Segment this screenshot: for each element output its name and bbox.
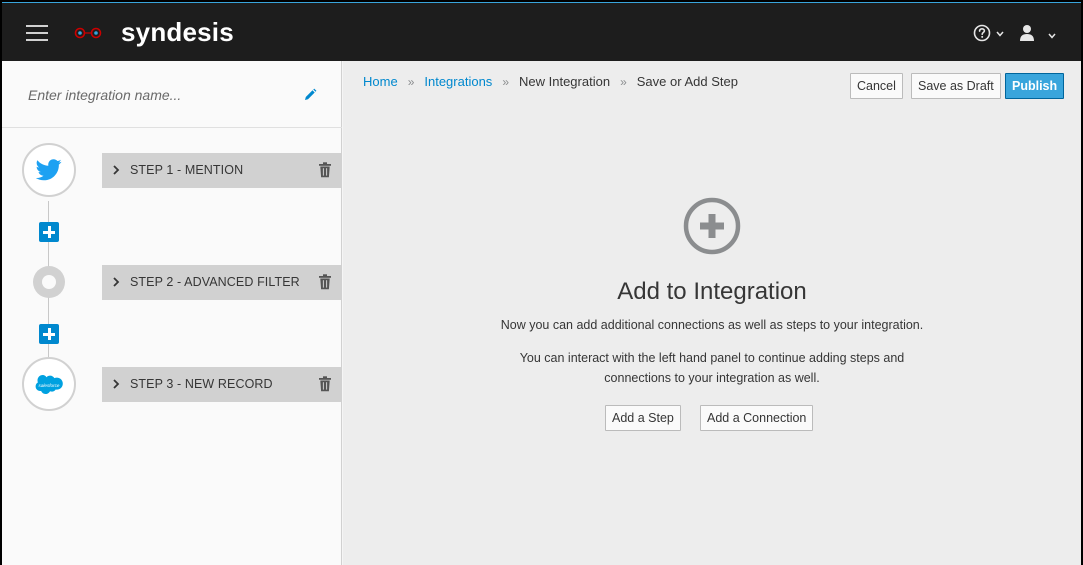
- add-step-button[interactable]: [39, 324, 59, 344]
- chevron-right-icon: [113, 277, 120, 287]
- pencil-icon[interactable]: [303, 88, 317, 102]
- trash-icon[interactable]: [318, 162, 332, 178]
- empty-state-title: Add to Integration: [617, 278, 807, 305]
- breadcrumb: Home » Integrations » New Integration » Save o…: [363, 74, 738, 89]
- brand-name: syndesis: [121, 17, 234, 47]
- integration-name-input[interactable]: [18, 81, 288, 109]
- salesforce-logo-text: salesforce: [39, 383, 60, 388]
- chevron-right-icon: [113, 165, 120, 175]
- add-step-button[interactable]: [39, 222, 59, 242]
- main-content: Home » Integrations » New Integration » Save o…: [343, 61, 1081, 565]
- empty-state-text-1: Now you can add additional connections a…: [500, 318, 924, 332]
- hamburger-icon[interactable]: [26, 25, 48, 41]
- twitter-icon: [36, 159, 62, 181]
- trash-icon[interactable]: [318, 274, 332, 290]
- breadcrumb-new-integration: New Integration: [519, 74, 611, 89]
- step-3-bar[interactable]: STEP 3 - NEW RECORD: [102, 367, 342, 402]
- app-window: syndesis Enter integration name... STEP …: [2, 2, 1081, 565]
- cancel-button[interactable]: Cancel: [850, 73, 903, 99]
- integration-name-row: [2, 61, 342, 128]
- chevron-down-icon: [1048, 33, 1056, 39]
- help-menu[interactable]: [973, 23, 1007, 43]
- save-as-draft-button[interactable]: Save as Draft: [911, 73, 1001, 99]
- user-icon: [1020, 25, 1034, 41]
- add-circle-icon: [683, 197, 741, 255]
- breadcrumb-separator-icon: »: [502, 75, 509, 89]
- trash-icon[interactable]: [318, 376, 332, 392]
- breadcrumb-separator-icon: »: [620, 75, 627, 89]
- step-1-label: STEP 1 - MENTION: [130, 163, 244, 177]
- integration-steps-panel: STEP 1 - MENTION STEP 2 - ADVANCED FILTE…: [2, 61, 342, 565]
- breadcrumb-home-link[interactable]: Home: [363, 74, 398, 89]
- chevron-right-icon: [113, 379, 120, 389]
- step-1-circle[interactable]: [22, 143, 76, 197]
- top-navbar: syndesis: [2, 2, 1081, 61]
- empty-state-text-2: You can interact with the left hand pane…: [519, 351, 905, 385]
- step-2-bar[interactable]: STEP 2 - ADVANCED FILTER: [102, 265, 342, 300]
- chevron-down-icon: [996, 31, 1004, 37]
- user-menu[interactable]: [1017, 23, 1061, 45]
- breadcrumb-separator-icon: »: [407, 75, 415, 89]
- salesforce-icon: salesforce: [35, 375, 63, 394]
- step-2-label: STEP 2 - ADVANCED FILTER: [130, 275, 300, 289]
- add-step-button[interactable]: Add a Step: [605, 405, 681, 431]
- step-1-bar[interactable]: STEP 1 - MENTION: [102, 153, 342, 188]
- breadcrumb-integrations-link[interactable]: Integrations: [424, 74, 492, 89]
- step-3-circle[interactable]: salesforce: [22, 357, 76, 411]
- step-3-label: STEP 3 - NEW RECORD: [130, 377, 273, 391]
- breadcrumb-current: Save or Add Step: [636, 74, 738, 89]
- add-connection-button[interactable]: Add a Connection: [700, 405, 814, 431]
- filter-step-icon[interactable]: [33, 266, 65, 298]
- help-icon: [973, 24, 991, 42]
- syndesis-logo-icon: [74, 27, 102, 39]
- publish-button[interactable]: Publish: [1005, 73, 1065, 99]
